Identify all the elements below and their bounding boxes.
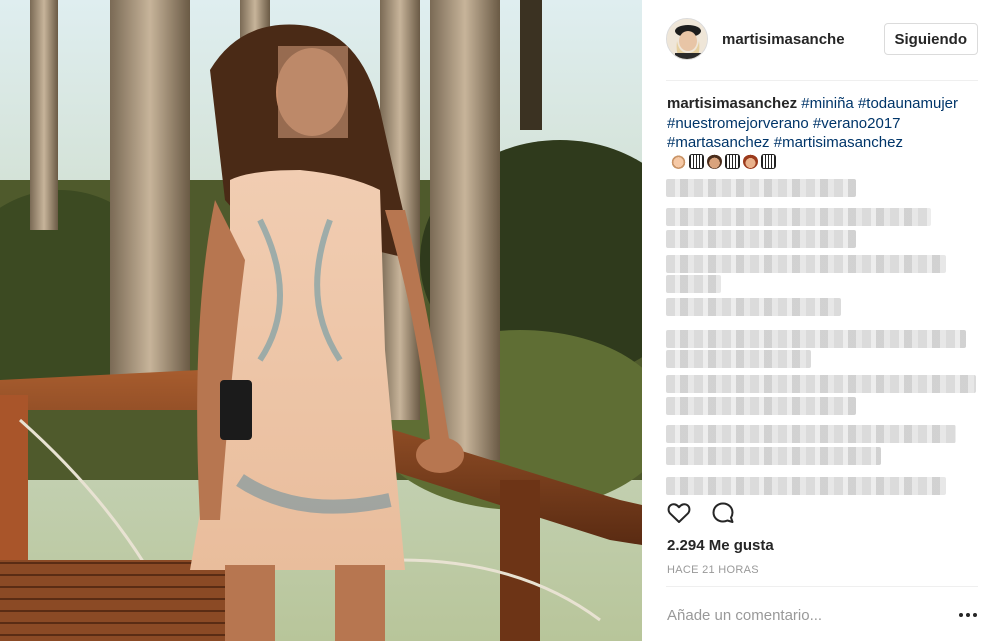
face-emoji-icon [671, 153, 686, 169]
blurred-text [666, 447, 881, 465]
blurred-text [666, 208, 931, 226]
post-header: martisimasanche Siguiendo [666, 16, 978, 62]
blurred-text [666, 179, 856, 197]
hashtag-link[interactable]: #miniña [801, 95, 854, 112]
post-caption: martisimasanchez #miniña #todaunamujer #… [667, 94, 977, 172]
like-count[interactable]: 2.294 Me gusta [667, 537, 774, 554]
blurred-text [666, 425, 956, 443]
following-button[interactable]: Siguiendo [883, 23, 978, 55]
missing-glyph-icon [689, 153, 704, 169]
photo-scene [0, 0, 642, 641]
avatar[interactable] [666, 18, 708, 60]
post-side-panel: martisimasanche Siguiendo martisimasanch… [642, 0, 1000, 641]
blurred-text [666, 375, 976, 393]
blurred-text [666, 275, 721, 293]
post-timestamp[interactable]: HACE 21 HORAS [667, 564, 759, 576]
blurred-text [666, 350, 811, 368]
hashtag-link[interactable]: #todaunamujer [858, 95, 958, 112]
blurred-text [666, 255, 946, 273]
hashtag-link[interactable]: #martasanchez [667, 134, 770, 151]
hashtag-link[interactable]: #nuestromejorverano [667, 115, 809, 132]
face-emoji-icon [707, 153, 722, 169]
blurred-text [666, 298, 841, 316]
hashtag-link[interactable]: #verano2017 [813, 115, 901, 132]
comment-divider [666, 586, 978, 587]
comment-icon[interactable] [710, 500, 736, 526]
blurred-text [666, 397, 856, 415]
caption-emojis [671, 153, 776, 169]
blurred-text [666, 330, 966, 348]
caption-username[interactable]: martisimasanchez [667, 95, 797, 112]
face-emoji-icon [743, 153, 758, 169]
missing-glyph-icon [725, 153, 740, 169]
blurred-comments [666, 175, 978, 495]
post-actions [666, 500, 736, 526]
blurred-text [666, 477, 946, 495]
post-photo[interactable] [0, 0, 642, 641]
header-username[interactable]: martisimasanche [722, 31, 845, 48]
hashtag-link[interactable]: #martisimasanchez [774, 134, 903, 151]
missing-glyph-icon [761, 153, 776, 169]
comment-input[interactable] [667, 600, 937, 630]
heart-icon[interactable] [666, 500, 692, 526]
blurred-text [666, 230, 856, 248]
header-divider [666, 80, 978, 81]
more-options-icon[interactable] [957, 606, 979, 624]
